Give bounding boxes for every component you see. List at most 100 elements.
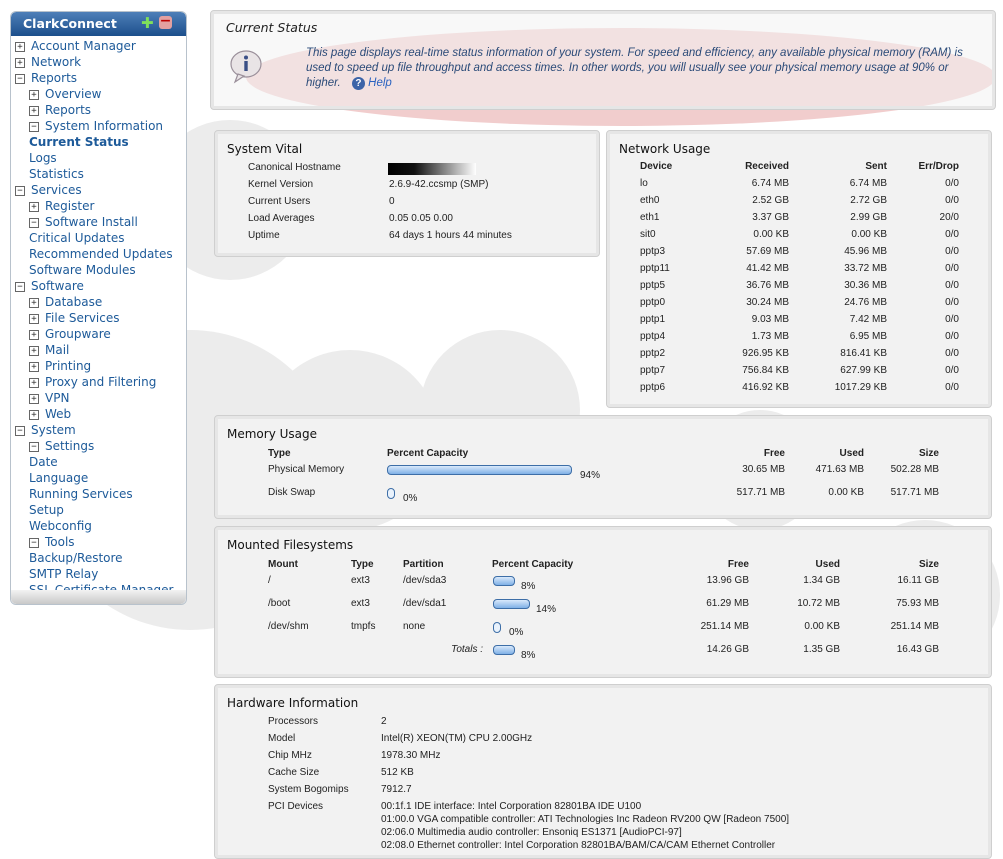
collapse-all-icon[interactable]: − (159, 14, 172, 29)
sidebar-item-label: Current Status (29, 135, 129, 149)
sidebar-item-services[interactable]: − Services (11, 182, 186, 198)
app-title: ClarkConnect (23, 16, 117, 31)
sidebar-item-backup-restore[interactable]: Backup/Restore (11, 550, 186, 566)
vital-value: 0 (389, 196, 395, 207)
sidebar-item-system-information[interactable]: − System Information (11, 118, 186, 134)
sidebar-item-language[interactable]: Language (11, 470, 186, 486)
hostname-redacted (388, 163, 476, 175)
sidebar-item-date[interactable]: Date (11, 454, 186, 470)
expand-icon[interactable]: + (29, 346, 39, 356)
sidebar-item-database[interactable]: + Database (11, 294, 186, 310)
collapse-icon[interactable]: − (15, 186, 25, 196)
expand-icon[interactable]: + (29, 298, 39, 308)
sidebar-item-proxy-and-filtering[interactable]: + Proxy and Filtering (11, 374, 186, 390)
fs-col-type: Type (351, 559, 374, 570)
sidebar-item-tools[interactable]: − Tools (11, 534, 186, 550)
sidebar-item-software[interactable]: − Software (11, 278, 186, 294)
sidebar-item-software-modules[interactable]: Software Modules (11, 262, 186, 278)
network-device: lo (640, 178, 648, 189)
sidebar-item-printing[interactable]: + Printing (11, 358, 186, 374)
sidebar-item-webconfig[interactable]: Webconfig (11, 518, 186, 534)
sidebar-item-critical-updates[interactable]: Critical Updates (11, 230, 186, 246)
sidebar-item-label: Printing (45, 359, 92, 373)
expand-icon[interactable]: + (29, 410, 39, 420)
sidebar-item-network[interactable]: + Network (11, 54, 186, 70)
system-vital-panel: System Vital Canonical Hostname Kernel Ve… (214, 130, 600, 257)
sidebar-item-reports[interactable]: − Reports (11, 70, 186, 86)
sidebar-item-statistics[interactable]: Statistics (11, 166, 186, 182)
network-device: pptp6 (640, 382, 666, 393)
sidebar-item-overview[interactable]: + Overview (11, 86, 186, 102)
hw-pci-device: 00:1f.1 IDE interface: Intel Corporation… (381, 801, 642, 812)
sidebar-item-register[interactable]: + Register (11, 198, 186, 214)
sidebar-item-settings[interactable]: − Settings (11, 438, 186, 454)
network-sent: 30.36 MB (844, 280, 887, 291)
hardware-info-title: Hardware Information (227, 696, 359, 710)
fs-totals-size: 16.43 GB (896, 644, 939, 655)
help-icon[interactable]: ? (351, 77, 365, 90)
collapse-icon[interactable]: − (29, 218, 39, 228)
network-device: pptp3 (640, 246, 666, 257)
sidebar-item-logs[interactable]: Logs (11, 150, 186, 166)
fs-col-percent: Percent Capacity (492, 559, 574, 570)
memory-col-type: Type (268, 448, 291, 459)
sidebar-item-web[interactable]: + Web (11, 406, 186, 422)
sidebar-item-current-status[interactable]: Current Status (11, 134, 186, 150)
sidebar-item-setup[interactable]: Setup (11, 502, 186, 518)
expand-icon[interactable]: + (29, 90, 39, 100)
sidebar-item-file-services[interactable]: + File Services (11, 310, 186, 326)
network-errdrop: 0/0 (945, 178, 959, 189)
network-device: pptp5 (640, 280, 666, 291)
memory-type: Disk Swap (268, 487, 316, 498)
collapse-icon[interactable]: − (29, 538, 39, 548)
expand-all-icon[interactable]: ✚ (141, 16, 154, 31)
collapse-icon[interactable]: − (29, 122, 39, 132)
sidebar-item-label: Network (31, 55, 82, 69)
fs-totals-bar (493, 645, 515, 655)
collapse-icon[interactable]: − (15, 74, 25, 84)
network-sent: 2.72 GB (850, 195, 887, 206)
collapse-icon[interactable]: − (15, 426, 25, 436)
memory-capacity-bar (387, 465, 572, 475)
sidebar-item-smtp-relay[interactable]: SMTP Relay (11, 566, 186, 582)
expand-icon[interactable]: + (29, 106, 39, 116)
sidebar-item-vpn[interactable]: + VPN (11, 390, 186, 406)
memory-free: 517.71 MB (736, 487, 785, 498)
network-errdrop: 0/0 (945, 229, 959, 240)
expand-icon[interactable]: + (29, 362, 39, 372)
vital-label: Current Users (248, 196, 311, 207)
sidebar-item-groupware[interactable]: + Groupware (11, 326, 186, 342)
expand-icon[interactable]: + (29, 202, 39, 212)
memory-used: 471.63 MB (815, 464, 864, 475)
hw-value: 1978.30 MHz (381, 750, 441, 761)
sidebar-item-mail[interactable]: + Mail (11, 342, 186, 358)
network-sent: 816.41 KB (840, 348, 887, 359)
expand-icon[interactable]: + (15, 58, 25, 68)
expand-icon[interactable]: + (29, 378, 39, 388)
vital-label: Load Averages (248, 213, 315, 224)
network-device: eth0 (640, 195, 660, 206)
network-usage-panel: Network Usage Device Received Sent Err/Drop… (606, 130, 992, 408)
vital-label: Uptime (248, 230, 280, 241)
sidebar-item-label: Software Install (45, 215, 138, 229)
sidebar-item-software-install[interactable]: − Software Install (11, 214, 186, 230)
sidebar-item-label: System (31, 423, 76, 437)
help-link[interactable]: Help (368, 77, 392, 89)
expand-icon[interactable]: + (29, 314, 39, 324)
sidebar-title: ClarkConnect ✚ − (11, 12, 186, 36)
sidebar-item-recommended-updates[interactable]: Recommended Updates (11, 246, 186, 262)
expand-icon[interactable]: + (15, 42, 25, 52)
sidebar-item-running-services[interactable]: Running Services (11, 486, 186, 502)
sidebar-item-system[interactable]: − System (11, 422, 186, 438)
collapse-icon[interactable]: − (15, 282, 25, 292)
network-device: eth1 (640, 212, 660, 223)
expand-icon[interactable]: + (29, 330, 39, 340)
collapse-icon[interactable]: − (29, 442, 39, 452)
sidebar-item-reports[interactable]: + Reports (11, 102, 186, 118)
sidebar-item-account-manager[interactable]: + Account Manager (11, 38, 186, 54)
network-sent: 33.72 MB (844, 263, 887, 274)
vital-label: Canonical Hostname (248, 162, 341, 173)
hw-pci-label: PCI Devices (268, 801, 324, 812)
sidebar-item-label: File Services (45, 311, 120, 325)
expand-icon[interactable]: + (29, 394, 39, 404)
